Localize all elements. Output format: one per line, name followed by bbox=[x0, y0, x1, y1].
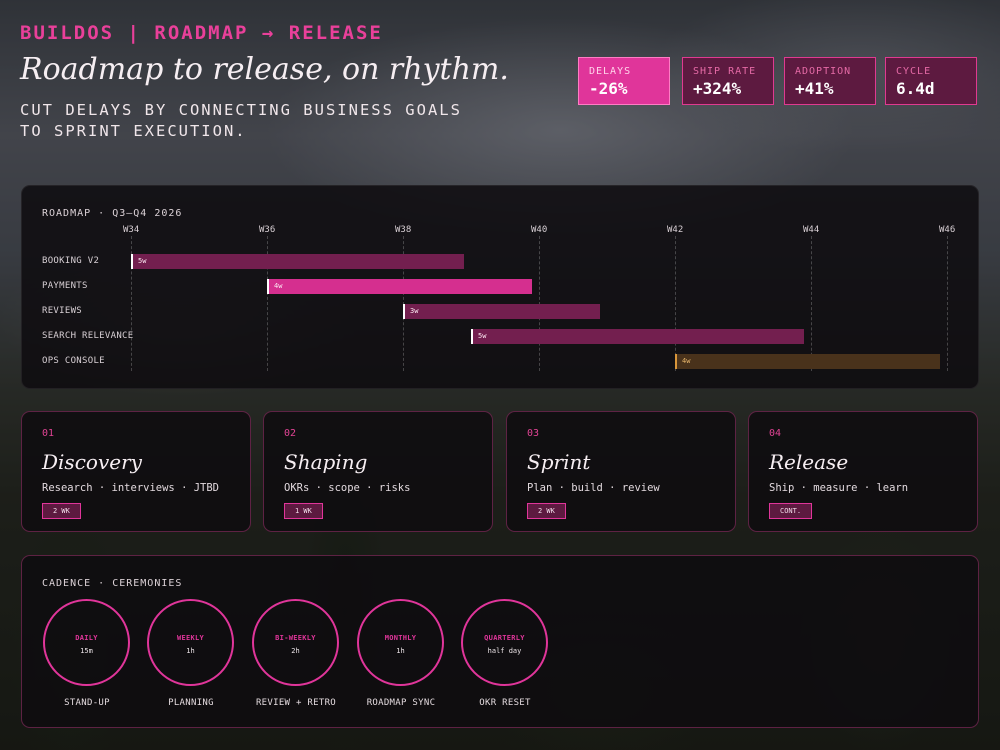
ceremony-ring-weekly[interactable]: WEEKLY 1h bbox=[147, 599, 234, 686]
phase-description: Plan · build · review bbox=[527, 482, 660, 494]
stat-label: CYCLE bbox=[896, 66, 932, 77]
ceremony-frequency: DAILY bbox=[75, 634, 98, 642]
phase-card-release[interactable]: 04 Release Ship · measure · learn CONT. bbox=[748, 411, 978, 532]
page-subtitle: CUT DELAYS BY CONNECTING BUSINESS GOALS … bbox=[20, 101, 462, 140]
roadmap-row-label: PAYMENTS bbox=[42, 281, 88, 291]
phase-number: 04 bbox=[769, 428, 782, 439]
roadmap-bar-duration: 4w bbox=[682, 357, 691, 365]
ceremony-frequency: WEEKLY bbox=[176, 634, 205, 642]
roadmap-bar[interactable]: 5w bbox=[471, 329, 805, 344]
stat-ship-rate[interactable]: SHIP RATE +324% bbox=[682, 57, 774, 105]
stat-adoption[interactable]: ADOPTION +41% bbox=[784, 57, 876, 105]
roadmap-row-label: BOOKING V2 bbox=[42, 256, 100, 266]
ceremony-duration: 1h bbox=[396, 647, 405, 655]
roadmap-bar-duration: 5w bbox=[138, 257, 147, 265]
phase-card-discovery[interactable]: 01 Discovery Research · interviews · JTB… bbox=[21, 411, 251, 532]
week-tick-label: W36 bbox=[259, 225, 276, 235]
ceremony-duration: 15m bbox=[80, 647, 93, 655]
roadmap-panel: ROADMAP · Q3–Q4 2026 W34 W36 W38 W40 W42 W44 W… bbox=[21, 185, 979, 389]
roadmap-row-label: SEARCH RELEVANCE bbox=[42, 331, 134, 341]
roadmap-bar-duration: 5w bbox=[478, 332, 487, 340]
week-gridline bbox=[675, 236, 676, 371]
phase-card-shaping[interactable]: 02 Shaping OKRs · scope · risks 1 WK bbox=[263, 411, 493, 532]
ceremony-name: REVIEW + RETRO bbox=[255, 698, 337, 708]
ceremony-frequency: MONTHLY bbox=[384, 634, 417, 642]
page-title: Roadmap to release, on rhythm. bbox=[20, 52, 509, 87]
roadmap-row-label: OPS CONSOLE bbox=[42, 356, 105, 366]
ceremony-ring-monthly[interactable]: MONTHLY 1h bbox=[357, 599, 444, 686]
roadmap-bar-duration: 3w bbox=[410, 307, 419, 315]
stat-value: -26% bbox=[589, 79, 628, 98]
stat-cycle[interactable]: CYCLE 6.4d bbox=[885, 57, 977, 105]
roadmap-title: ROADMAP · Q3–Q4 2026 bbox=[42, 208, 183, 219]
week-gridline bbox=[811, 236, 812, 371]
week-tick-label: W38 bbox=[395, 225, 412, 235]
roadmap-bar-duration: 4w bbox=[274, 282, 283, 290]
phase-title: Shaping bbox=[284, 450, 368, 474]
stat-value: +324% bbox=[693, 79, 742, 98]
breadcrumb: BUILDOS | ROADMAP → RELEASE bbox=[20, 22, 383, 44]
stat-label: ADOPTION bbox=[795, 66, 852, 77]
roadmap-bar[interactable]: 4w bbox=[675, 354, 941, 369]
roadmap-bar[interactable]: 4w bbox=[267, 279, 533, 294]
stat-label: DELAYS bbox=[589, 66, 632, 77]
phase-number: 03 bbox=[527, 428, 540, 439]
phase-description: Research · interviews · JTBD bbox=[42, 482, 220, 494]
ceremony-name: OKR RESET bbox=[479, 698, 531, 708]
phase-title: Discovery bbox=[42, 450, 142, 474]
stat-value: +41% bbox=[795, 79, 834, 98]
phase-description: OKRs · scope · risks bbox=[284, 482, 411, 494]
ceremony-name: PLANNING bbox=[168, 698, 214, 708]
ceremony-ring-daily[interactable]: DAILY 15m bbox=[43, 599, 130, 686]
phase-duration-tag: 1 WK bbox=[284, 503, 323, 519]
phase-number: 02 bbox=[284, 428, 297, 439]
phase-title: Sprint bbox=[527, 450, 591, 474]
phase-description: Ship · measure · learn bbox=[769, 482, 909, 494]
stat-label: SHIP RATE bbox=[693, 66, 757, 77]
phase-number: 01 bbox=[42, 428, 55, 439]
phase-duration-tag: 2 WK bbox=[527, 503, 566, 519]
roadmap-bar[interactable]: 3w bbox=[403, 304, 601, 319]
stat-delays[interactable]: DELAYS -26% bbox=[578, 57, 670, 105]
week-tick-label: W34 bbox=[123, 225, 140, 235]
phase-title: Release bbox=[769, 450, 849, 474]
cadence-title: CADENCE · CEREMONIES bbox=[42, 578, 183, 589]
ceremony-ring-bi-weekly[interactable]: BI-WEEKLY 2h bbox=[252, 599, 339, 686]
ceremony-name: STAND-UP bbox=[64, 698, 110, 708]
roadmap-bar[interactable]: 5w bbox=[131, 254, 465, 269]
phase-duration-tag: CONT. bbox=[769, 503, 813, 519]
phase-duration-tag: 2 WK bbox=[42, 503, 81, 519]
ceremony-ring-quarterly[interactable]: QUARTERLY half day bbox=[461, 599, 548, 686]
ceremony-duration: half day bbox=[487, 647, 522, 655]
week-tick-label: W42 bbox=[667, 225, 684, 235]
roadmap-row-label: REVIEWS bbox=[42, 306, 83, 316]
ceremony-frequency: QUARTERLY bbox=[484, 634, 525, 642]
ceremony-name: ROADMAP SYNC bbox=[366, 698, 436, 708]
ceremony-duration: 2h bbox=[291, 647, 300, 655]
week-gridline bbox=[947, 236, 948, 371]
ceremony-duration: 1h bbox=[186, 647, 195, 655]
week-tick-label: W44 bbox=[803, 225, 820, 235]
stat-value: 6.4d bbox=[896, 79, 935, 98]
phase-card-sprint[interactable]: 03 Sprint Plan · build · review 2 WK bbox=[506, 411, 736, 532]
week-tick-label: W46 bbox=[939, 225, 956, 235]
cadence-panel: CADENCE · CEREMONIES DAILY 15m STAND-UP … bbox=[21, 555, 979, 728]
ceremony-frequency: BI-WEEKLY bbox=[275, 634, 316, 642]
week-tick-label: W40 bbox=[531, 225, 548, 235]
